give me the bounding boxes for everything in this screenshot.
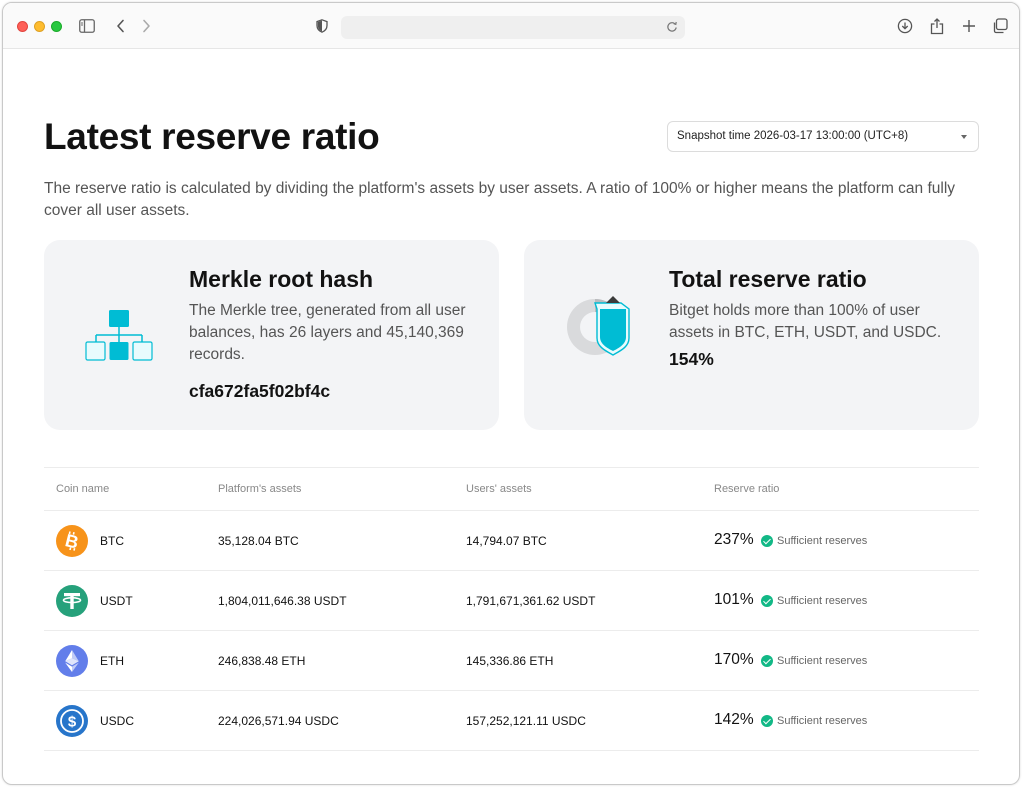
merkle-root-hash-value[interactable]: cfa672fa5f02bf4c (189, 381, 330, 402)
status-badge: Sufficient reserves (761, 593, 867, 609)
address-bar[interactable] (341, 16, 685, 39)
downloads-icon[interactable] (895, 16, 915, 36)
status-text: Sufficient reserves (777, 655, 868, 667)
platform-assets: 35,128.04 BTC (218, 534, 299, 548)
status-badge: Sufficient reserves (761, 533, 867, 549)
status-text: Sufficient reserves (777, 715, 868, 727)
coin-name: USDC (100, 714, 135, 728)
zoom-window-button[interactable] (51, 21, 62, 32)
btc-icon: B (56, 525, 88, 557)
tab-overview-icon[interactable] (990, 16, 1010, 36)
reload-icon[interactable] (664, 19, 680, 35)
svg-text:$: $ (68, 714, 77, 731)
platform-assets: 1,804,011,646.38 USDT (218, 594, 347, 608)
header-coin-name: Coin name (56, 483, 110, 495)
table-row: $ USDC 224,026,571.94 USDC 157,252,121.1… (44, 691, 979, 751)
page-title: Latest reserve ratio (44, 116, 380, 157)
page-content: Latest reserve ratio Snapshot time 2026-… (3, 50, 1019, 784)
coin-name: BTC (100, 534, 124, 548)
close-window-button[interactable] (17, 21, 28, 32)
users-assets: 1,791,671,361.62 USDT (466, 594, 596, 608)
back-icon[interactable] (111, 16, 131, 36)
platform-assets: 224,026,571.94 USDC (218, 714, 339, 728)
usdt-icon (56, 585, 88, 617)
browser-toolbar (3, 3, 1019, 49)
eth-icon (56, 645, 88, 677)
intro-text: The reserve ratio is calculated by divid… (44, 180, 956, 219)
total-reserve-card: Total reserve ratio Bitget holds more th… (524, 240, 979, 430)
coin-name: ETH (100, 654, 124, 668)
platform-assets: 246,838.48 ETH (218, 654, 306, 668)
sidebar-icon[interactable] (77, 16, 97, 36)
shield-pie-icon (562, 290, 638, 366)
users-assets: 145,336.86 ETH (466, 654, 554, 668)
minimize-window-button[interactable] (34, 21, 45, 32)
check-circle-icon (761, 595, 773, 607)
table-row: B BTC 35,128.04 BTC 14,794.07 BTC 237% S… (44, 511, 979, 571)
reserve-ratio: 237% (714, 531, 754, 548)
coin-name: USDT (100, 594, 133, 608)
forward-icon[interactable] (136, 16, 156, 36)
browser-window: Latest reserve ratio Snapshot time 2026-… (2, 2, 1020, 785)
header-users-assets: Users' assets (466, 483, 532, 495)
status-text: Sufficient reserves (777, 595, 868, 607)
usdc-icon: $ (56, 705, 88, 737)
check-circle-icon (761, 535, 773, 547)
status-badge: Sufficient reserves (761, 713, 867, 729)
users-assets: 14,794.07 BTC (466, 534, 547, 548)
merkle-tree-icon (82, 290, 158, 366)
snapshot-time-select[interactable]: Snapshot time 2026-03-17 13:00:00 (UTC+8… (667, 121, 979, 152)
users-assets: 157,252,121.11 USDC (466, 714, 586, 728)
header-platform-assets: Platform's assets (218, 483, 302, 495)
merkle-card-title: Merkle root hash (189, 266, 374, 292)
reserve-card-description: Bitget holds more than 100% of user asse… (669, 302, 942, 341)
status-badge: Sufficient reserves (761, 653, 867, 669)
total-reserve-ratio-value: 154% (669, 349, 714, 369)
check-circle-icon (761, 655, 773, 667)
check-circle-icon (761, 715, 773, 727)
merkle-card-description: The Merkle tree, generated from all user… (189, 302, 466, 363)
new-tab-icon[interactable] (959, 16, 979, 36)
reserve-ratio: 101% (714, 591, 754, 608)
merkle-root-card: Merkle root hash The Merkle tree, genera… (44, 240, 499, 430)
chevron-down-icon (961, 135, 967, 139)
share-icon[interactable] (927, 16, 947, 36)
reserve-table: Coin name Platform's assets Users' asset… (44, 467, 979, 751)
table-row: USDT 1,804,011,646.38 USDT 1,791,671,361… (44, 571, 979, 631)
status-text: Sufficient reserves (777, 535, 868, 547)
table-header: Coin name Platform's assets Users' asset… (44, 467, 979, 511)
header-reserve-ratio: Reserve ratio (714, 483, 780, 495)
privacy-shield-icon[interactable] (312, 16, 332, 36)
reserve-card-title: Total reserve ratio (669, 266, 867, 292)
table-row: ETH 246,838.48 ETH 145,336.86 ETH 170% S… (44, 631, 979, 691)
reserve-ratio: 170% (714, 651, 754, 668)
reserve-ratio: 142% (714, 711, 754, 728)
snapshot-time-value: Snapshot time 2026-03-17 13:00:00 (UTC+8… (677, 130, 909, 142)
